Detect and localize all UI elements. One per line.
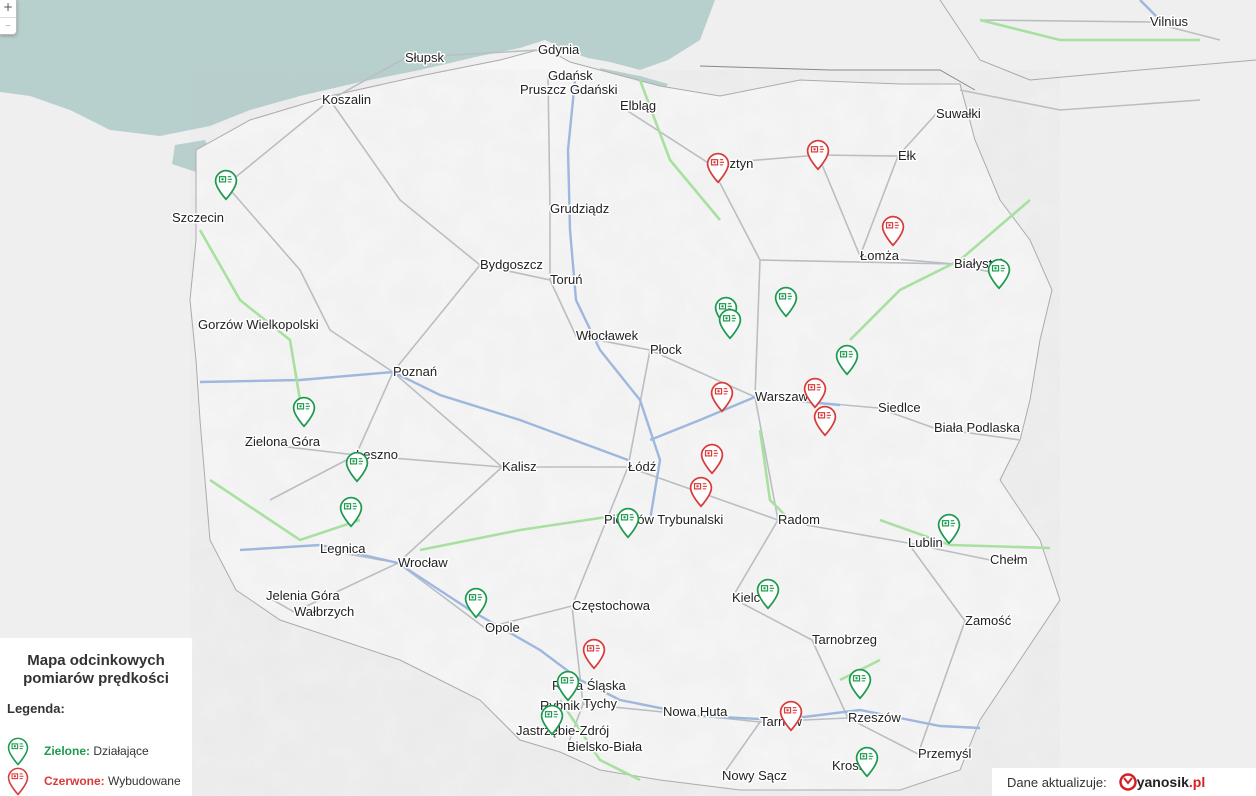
zoom-control: + – <box>0 0 17 35</box>
city-label: Wałbrzych <box>294 604 354 619</box>
city-label: Nowa Huta <box>663 704 728 719</box>
city-label: Płock <box>650 342 682 357</box>
city-label: Bydgoszcz <box>480 257 543 272</box>
brand-suffix: .pl <box>1188 774 1206 790</box>
legend-item-green: Zielone: Działające <box>6 736 149 766</box>
legend-title-line1: Mapa odcinkowych <box>27 652 165 669</box>
city-label: Rzeszów <box>848 710 901 725</box>
city-label: Vilnius <box>1150 14 1189 29</box>
city-label: Elbląg <box>620 98 656 113</box>
city-label: Gorzów Wielkopolski <box>198 317 319 332</box>
city-label: Gdynia <box>538 42 580 57</box>
city-label: Suwałki <box>936 106 981 121</box>
legend-title-line2: pomiarów prędkości <box>23 670 169 687</box>
data-credit: Dane aktualizuje: yanosik .pl <box>992 768 1256 796</box>
city-label: Szczecin <box>172 210 224 225</box>
city-label: Gdańsk <box>548 68 593 83</box>
legend-red-label: Czerwone: <box>44 774 105 788</box>
city-label: Zamość <box>965 613 1012 628</box>
legend-green-desc: Działające <box>93 744 149 758</box>
legend-red-desc: Wybudowane <box>108 774 181 788</box>
city-label: Radom <box>778 512 820 527</box>
city-label: Bielsko-Biała <box>567 739 643 754</box>
city-label: Nowy Sącz <box>722 768 787 783</box>
city-label: Biała Podlaska <box>934 420 1021 435</box>
red-speed-camera-icon <box>6 766 30 796</box>
city-label: Słupsk <box>405 50 445 65</box>
zoom-out-button[interactable]: – <box>0 17 16 35</box>
city-label: Łomża <box>860 248 900 263</box>
city-label: Toruń <box>550 272 583 287</box>
zoom-in-button[interactable]: + <box>0 0 16 17</box>
city-label: Jelenia Góra <box>266 588 340 603</box>
yanosik-logo[interactable]: yanosik .pl <box>1118 773 1206 791</box>
city-label: Ełk <box>898 148 917 163</box>
city-label: Częstochowa <box>572 598 651 613</box>
legend-item-red: Czerwone: Wybudowane <box>6 766 181 796</box>
city-label: Wrocław <box>398 555 448 570</box>
credit-text: Dane aktualizuje: <box>1007 774 1107 790</box>
city-label: Tarnobrzeg <box>812 632 877 647</box>
city-label: Tychy <box>583 696 617 711</box>
city-label: Lublin <box>908 535 943 550</box>
legend-panel: Mapa odcinkowych pomiarów prędkości Lege… <box>0 638 192 796</box>
city-label: Legnica <box>320 541 366 556</box>
city-label: Pruszcz Gdański <box>520 82 618 97</box>
yanosik-logo-icon <box>1118 773 1137 791</box>
green-speed-camera-icon <box>6 736 30 766</box>
city-label: Łódź <box>628 459 656 474</box>
legend-green-label: Zielone: <box>44 744 91 758</box>
city-label: Kalisz <box>502 459 537 474</box>
city-label: Poznań <box>393 364 437 379</box>
legend-title: Mapa odcinkowych pomiarów prędkości <box>0 652 192 688</box>
city-label: Koszalin <box>322 92 371 107</box>
city-label: Siedlce <box>878 400 921 415</box>
legend-heading: Legenda: <box>7 701 65 716</box>
city-label: Opole <box>485 620 520 635</box>
city-label: Chełm <box>990 552 1028 567</box>
brand-main: yanosik <box>1136 774 1189 790</box>
city-label: Przemyśl <box>918 746 972 761</box>
city-label: Jastrzębie-Zdrój <box>516 723 609 738</box>
city-label: Włocławek <box>576 328 639 343</box>
city-label: Zielona Góra <box>245 434 321 449</box>
city-label: Grudziądz <box>550 201 609 216</box>
